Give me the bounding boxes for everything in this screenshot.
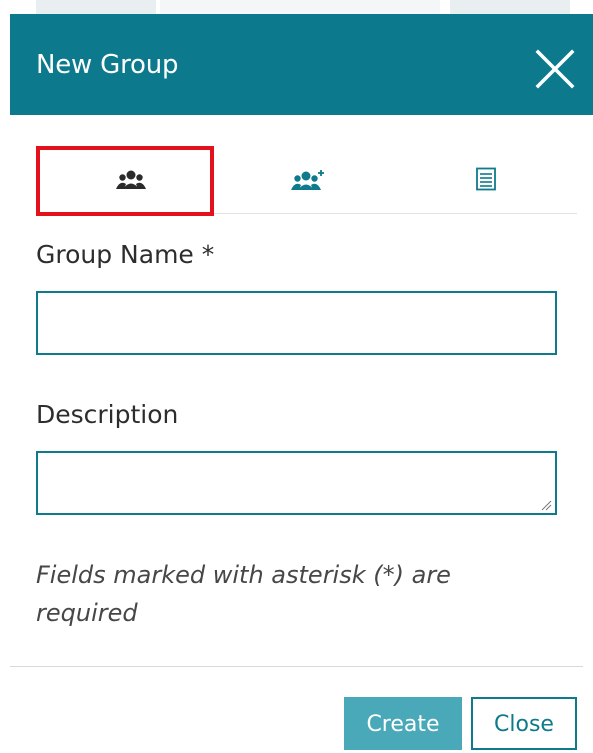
tab-group-info[interactable] [36,146,214,216]
list-icon [475,167,497,196]
close-icon[interactable] [534,48,576,90]
top-edge-strip [0,0,593,14]
group-name-label: Group Name * [36,240,215,269]
group-name-input[interactable] [36,291,557,355]
tab-bar [36,146,577,216]
add-members-icon [290,169,326,198]
description-textarea[interactable] [36,451,557,515]
group-icon [116,169,146,196]
required-fields-note: Fields marked with asterisk (*) are requ… [36,561,451,627]
description-label: Description [36,400,179,429]
close-button[interactable]: Close [471,697,577,750]
tab-details[interactable] [398,146,577,212]
tab-bar-underline [214,213,577,214]
create-button[interactable]: Create [344,697,462,750]
dialog-title: New Group [36,50,179,80]
resize-handle-icon[interactable] [540,498,552,511]
tab-add-members[interactable] [214,146,396,212]
footer-divider [10,666,583,667]
dialog-header: New Group [10,14,593,115]
